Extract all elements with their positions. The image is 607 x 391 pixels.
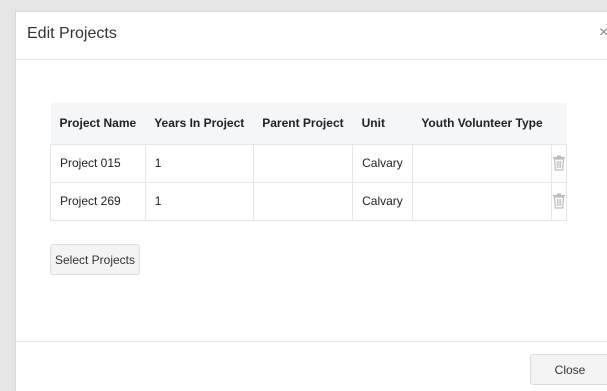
modal-footer: Close bbox=[16, 341, 607, 391]
trash-icon[interactable] bbox=[552, 193, 566, 209]
close-button[interactable]: Close bbox=[530, 354, 607, 385]
header-parent-project: Parent Project bbox=[262, 116, 344, 131]
cell-delete bbox=[551, 181, 568, 221]
trash-icon[interactable] bbox=[552, 155, 566, 171]
table-row: Project 269 1 Calvary bbox=[50, 181, 568, 221]
cell-years: 1 bbox=[144, 181, 254, 221]
projects-table: Project Name Years In Project Parent Pro… bbox=[50, 103, 568, 221]
header-youth-volunteer-type: Youth Volunteer Type bbox=[421, 116, 543, 131]
modal-title: Edit Projects bbox=[27, 25, 117, 42]
close-icon[interactable]: × bbox=[599, 24, 607, 42]
select-projects-button[interactable]: Select Projects bbox=[50, 244, 140, 275]
cell-youth-volunteer-type bbox=[411, 143, 553, 183]
edit-projects-modal: Edit Projects × Project Name Years In Pr… bbox=[15, 11, 607, 391]
cell-parent-project bbox=[252, 181, 354, 221]
header-unit: Unit bbox=[361, 116, 385, 131]
cell-project-name: Project 269 bbox=[50, 181, 146, 221]
cell-youth-volunteer-type bbox=[411, 181, 553, 221]
cell-unit: Calvary bbox=[352, 181, 413, 221]
cell-project-name: Project 015 bbox=[50, 143, 146, 183]
table-row: Project 015 1 Calvary bbox=[50, 143, 568, 183]
header-years-in-project: Years In Project bbox=[154, 116, 245, 131]
cell-parent-project bbox=[252, 143, 354, 183]
header-project-name: Project Name bbox=[59, 116, 137, 131]
projects-table-wrapper: Project Name Years In Project Parent Pro… bbox=[50, 103, 568, 221]
cell-unit: Calvary bbox=[352, 143, 413, 183]
cell-delete bbox=[551, 143, 568, 183]
modal-header: Edit Projects × bbox=[16, 12, 607, 60]
cell-years: 1 bbox=[144, 143, 254, 183]
table-header-row: Project Name Years In Project Parent Pro… bbox=[50, 103, 567, 144]
header-actions bbox=[552, 103, 567, 144]
